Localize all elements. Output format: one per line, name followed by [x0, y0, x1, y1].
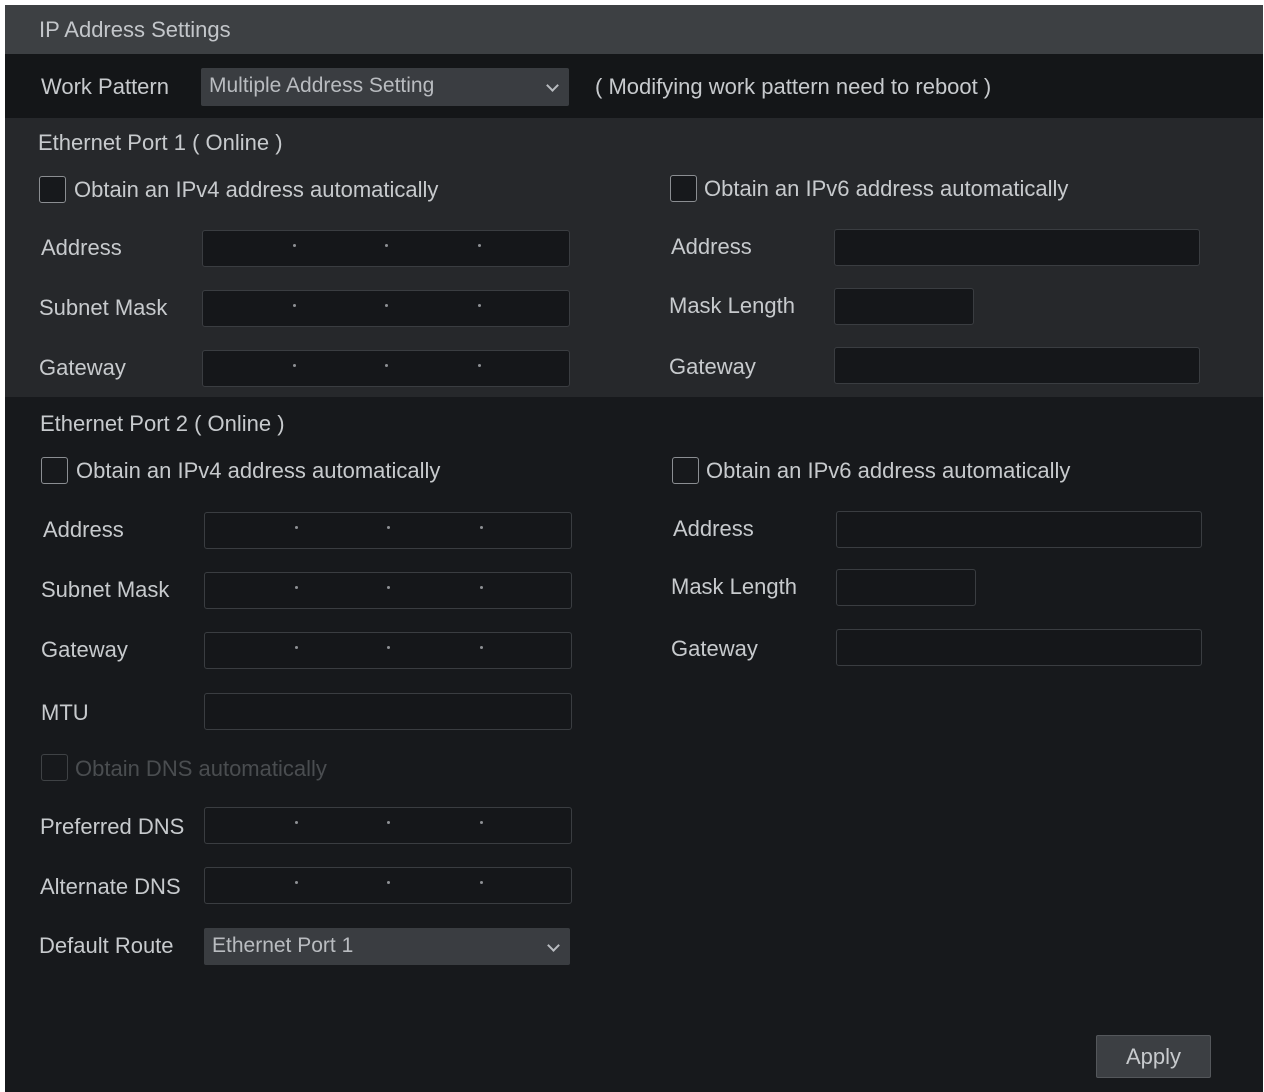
- port2-gateway-input[interactable]: [204, 632, 572, 669]
- port1-ipv6-gateway-label: Gateway: [669, 354, 756, 379]
- port1-ipv6-auto-label: Obtain an IPv6 address automatically: [704, 176, 1069, 201]
- port1-ipv4-auto-label: Obtain an IPv4 address automatically: [74, 177, 439, 202]
- port2-mtu-label: MTU: [41, 700, 89, 725]
- port2-address-input[interactable]: [204, 512, 572, 549]
- port1-ipv6-gateway-input[interactable]: [834, 347, 1200, 384]
- work-pattern-note: ( Modifying work pattern need to reboot …: [595, 74, 992, 99]
- port2-default-route-select[interactable]: Ethernet Port 1: [204, 928, 570, 965]
- port2-ipv6-auto-label: Obtain an IPv6 address automatically: [706, 458, 1071, 483]
- port2-preferred-dns-input[interactable]: [204, 807, 572, 844]
- port1-ipv6-auto-checkbox[interactable]: [670, 175, 697, 202]
- port2-subnet-input[interactable]: [204, 572, 572, 609]
- port2-gateway-label: Gateway: [41, 637, 128, 662]
- work-pattern-select[interactable]: Multiple Address Setting: [201, 68, 569, 106]
- port1-ipv6-address-input[interactable]: [834, 229, 1200, 266]
- port2-ipv6-address-label: Address: [673, 516, 754, 541]
- port2-default-route-label: Default Route: [39, 933, 174, 958]
- work-pattern-row: Work Pattern Multiple Address Setting ( …: [5, 54, 1263, 118]
- port2-default-route-value: Ethernet Port 1: [212, 934, 354, 957]
- work-pattern-value: Multiple Address Setting: [209, 74, 435, 97]
- port1-address-input[interactable]: [202, 230, 570, 267]
- port1-mask-length-label: Mask Length: [669, 293, 795, 318]
- port2-ipv4-auto-checkbox[interactable]: [41, 457, 68, 484]
- port2-dns-auto-label: Obtain DNS automatically: [75, 756, 327, 781]
- port1-subnet-label: Subnet Mask: [39, 295, 168, 320]
- port1-gateway-input[interactable]: [202, 350, 570, 387]
- port1-mask-length-input[interactable]: [834, 288, 974, 325]
- port2-mtu-input[interactable]: [204, 693, 572, 730]
- work-pattern-label: Work Pattern: [41, 74, 169, 99]
- port2-preferred-dns-label: Preferred DNS: [40, 814, 185, 839]
- port2-alternate-dns-input[interactable]: [204, 867, 572, 904]
- port2-header: Ethernet Port 2 ( Online ): [40, 411, 285, 436]
- port2-ipv6-address-input[interactable]: [836, 511, 1202, 548]
- apply-button[interactable]: Apply: [1096, 1035, 1211, 1078]
- chevron-down-icon: [546, 79, 559, 92]
- port2-address-label: Address: [43, 517, 124, 542]
- port2-mask-length-label: Mask Length: [671, 574, 797, 599]
- port2-ipv4-auto-label: Obtain an IPv4 address automatically: [76, 458, 441, 483]
- port2-ipv6-gateway-label: Gateway: [671, 636, 758, 661]
- port1-ipv4-auto-checkbox[interactable]: [39, 176, 66, 203]
- ip-address-settings-dialog: IP Address Settings Work Pattern Multipl…: [5, 5, 1263, 1092]
- port1-gateway-label: Gateway: [39, 355, 126, 380]
- port2-mask-length-input[interactable]: [836, 569, 976, 606]
- port2-ipv6-gateway-input[interactable]: [836, 629, 1202, 666]
- port2-ipv6-auto-checkbox[interactable]: [672, 457, 699, 484]
- port2-subnet-label: Subnet Mask: [41, 577, 170, 602]
- chevron-down-icon: [547, 939, 560, 952]
- dialog-title: IP Address Settings: [39, 17, 231, 42]
- port1-address-label: Address: [41, 235, 122, 260]
- port1-header: Ethernet Port 1 ( Online ): [38, 130, 283, 155]
- port2-dns-auto-checkbox[interactable]: [41, 754, 68, 781]
- port1-ipv6-address-label: Address: [671, 234, 752, 259]
- port1-subnet-input[interactable]: [202, 290, 570, 327]
- port2-alternate-dns-label: Alternate DNS: [40, 874, 181, 899]
- title-bar: IP Address Settings: [5, 5, 1263, 54]
